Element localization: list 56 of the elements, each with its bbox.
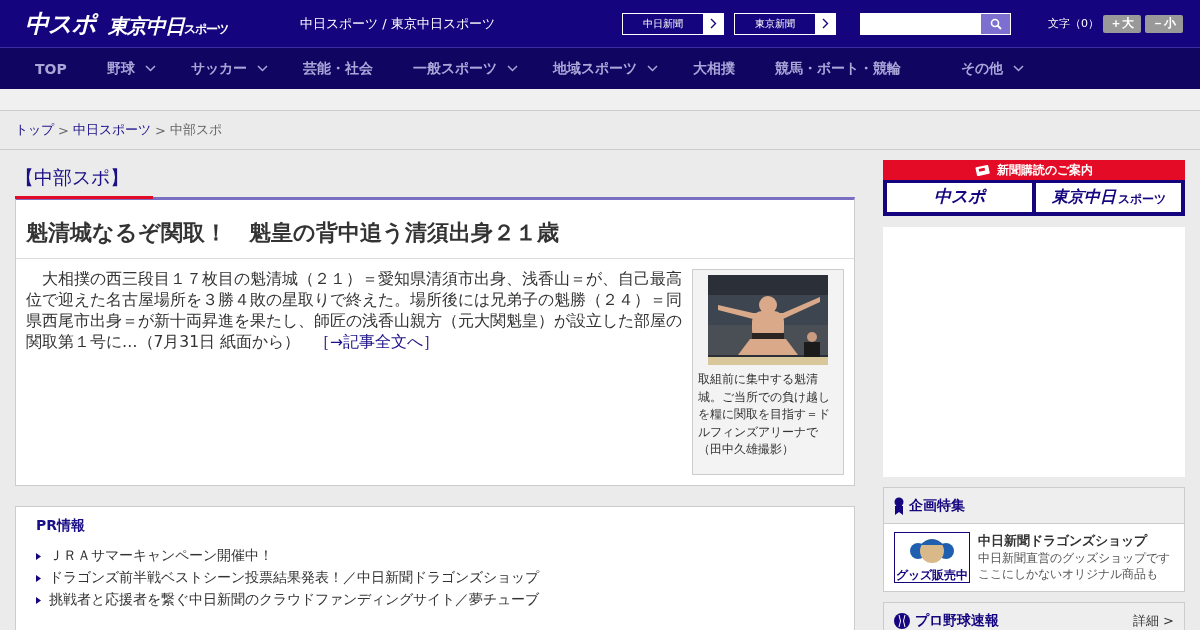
nav-item[interactable]: 芸能・社会 [302,59,373,78]
search-button[interactable] [981,13,1010,34]
chevron-right-icon [821,18,829,29]
chevron-right-icon [709,18,717,29]
nav-item[interactable]: サッカー [190,59,268,78]
feature-item-title: 中日新聞ドラゴンズショップ [978,532,1149,550]
nav-item[interactable]: 一般スポーツ [412,59,518,78]
newspaper-link[interactable]: 東京新聞 [734,12,836,35]
nav-item[interactable]: TOP [35,60,67,77]
font-size-label: 文字（0） [1048,16,1099,31]
chevron-down-icon [506,65,518,72]
details-link[interactable]: 詳細 > [1132,611,1174,630]
chevron-down-icon [646,65,658,72]
baseball-title: プロ野球速報 [915,611,999,630]
newspaper-link[interactable]: 中日新聞 [622,12,724,35]
chevron-down-icon [1012,65,1024,72]
search-icon [989,17,1002,30]
feature-item-text: 中日新聞直営のグッズショップです [978,550,1170,566]
subscription-title: 新聞購読のご案内 [997,161,1093,179]
newspaper-icon [975,164,991,176]
site-title: 中日スポーツ / 東京中日スポーツ [300,14,496,33]
section-title: 【中部スポ】 [15,165,130,190]
nav-item[interactable]: 競馬・ボート・競輪 [774,59,901,78]
breadcrumb-link[interactable]: 中日スポーツ [72,121,151,139]
ribbon-icon [894,496,904,515]
photo-caption: 取組前に集中する魁清城。ご当所での負け越しを糧に関取を目指す＝ドルフィンズアリーナで（田中久雄撮影） [698,371,831,458]
site-logo[interactable]: 中スポ [887,183,1032,212]
breadcrumb-separator: > [58,122,69,138]
pr-title: PR情報 [36,517,87,535]
chevron-down-icon [144,65,156,72]
article-title: 魁清城なるぞ関取！ 魁皇の背中追う清須出身２１歳 [16,200,854,259]
nav-item[interactable]: 大相撲 [692,59,735,78]
nav-item[interactable]: その他 [960,59,1024,78]
baseball-icon [894,612,910,629]
breadcrumb-current: 中部スポ [169,121,222,139]
feature-title: 企画特集 [909,496,965,515]
subscription-banner[interactable]: 新聞購読のご案内 中スポ 東京中日スポーツ [883,160,1185,216]
newspaper-logo[interactable]: 東京中日スポーツ [1036,183,1181,212]
article-text: 大相撲の西三段目１７枚目の魁清城（２１）＝愛知県清須市出身、浅香山＝が、自己最高位で迎えた名古屋場所を３勝４敗の星取りで終えた。場所後には兄弟子の魁勝（２４）＝同県西尾市出身＝が新十両昇進を果たし、師匠の浅香山親方（元大関魁皇）が設立した部屋の関取第１号に…（7月31日 紙面から） ［→記事全文へ］ [26,269,682,353]
read-more-link[interactable]: ［→記事全文へ］ [314,333,439,351]
pr-link[interactable]: ＪＲＡサマーキャンペーン開催中！ [36,545,834,567]
feature-item[interactable]: グッズ販売中 中日新聞ドラゴンズショップ 中日新聞直営のグッズショップです ここにしかないオリジナル商品も [884,524,1184,591]
breadcrumb-separator: > [154,122,166,138]
newspaper-logo[interactable]: 東京中日スポーツ [108,12,228,40]
triangle-icon [36,552,41,560]
breadcrumb-link[interactable]: トップ [15,121,54,139]
nav-item[interactable]: 地域スポーツ [552,59,658,78]
triangle-icon [36,596,41,604]
chevron-down-icon [256,65,268,72]
triangle-icon [36,574,41,582]
search-field[interactable] [860,12,1011,35]
banner-text: グッズ販売中 [896,569,968,582]
pr-link[interactable]: ドラゴンズ前半戦ベストシーン投票結果発表！／中日新聞ドラゴンズショップ [36,567,834,589]
nav-item[interactable]: 野球 [106,59,156,78]
feature-item-text: ここにしかないオリジナル商品も [978,566,1159,582]
pr-link[interactable]: 挑戦者と応援者を繋ぐ中日新聞のクラウドファンディングサイト／夢チューブ [36,589,834,611]
